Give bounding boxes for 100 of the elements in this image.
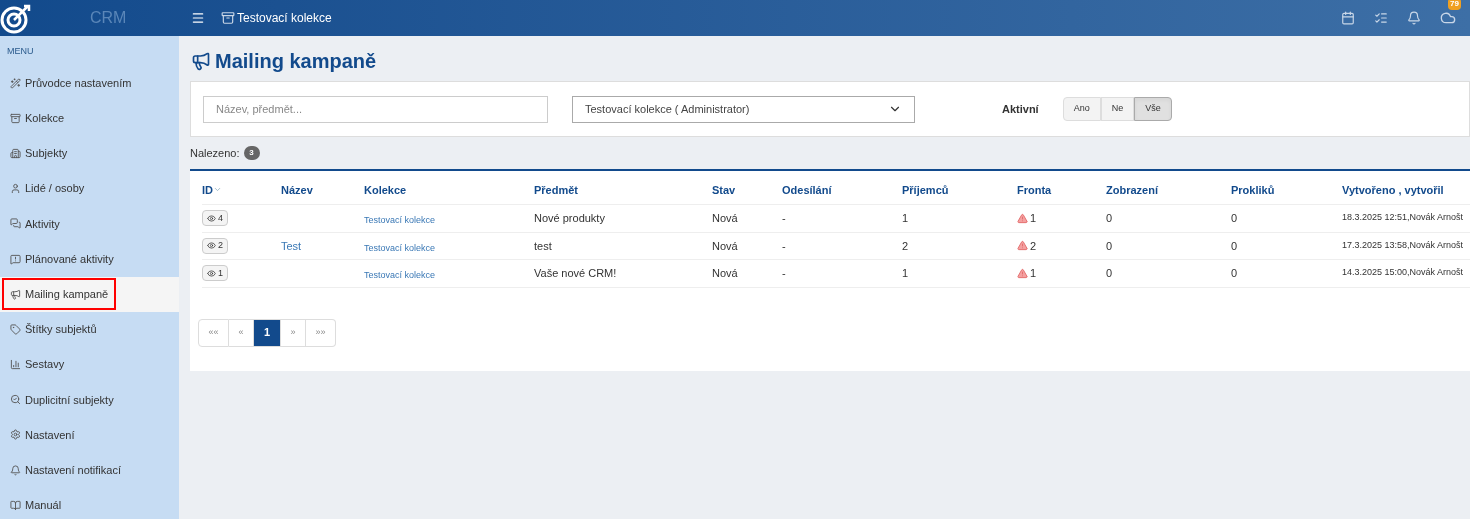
column-header[interactable]: Odesílání — [782, 181, 902, 198]
sidebar-label: Nastavení notifikací — [25, 462, 121, 478]
checklist-icon[interactable] — [1374, 11, 1388, 25]
warning-icon — [1017, 267, 1028, 279]
page-title: Mailing kampaně — [215, 48, 377, 74]
table-cell-text: 17.3.2025 13:58,Novák Arnošt — [1342, 238, 1465, 252]
archive-icon — [10, 112, 21, 124]
calendar-icon[interactable] — [1341, 11, 1355, 25]
sidebar-label: Lidé / osoby — [25, 181, 85, 197]
page-button[interactable]: 1 — [254, 318, 281, 347]
page-button[interactable]: » — [281, 318, 306, 347]
toggle-option[interactable]: Ne — [1100, 97, 1135, 121]
settings-icon — [10, 429, 21, 441]
table-cell-text: Nová — [712, 211, 739, 226]
page-button[interactable]: « — [229, 318, 254, 347]
sidebar-item[interactable]: Aktivity — [0, 206, 179, 242]
archive-icon — [221, 11, 235, 25]
wand-icon — [10, 77, 21, 89]
sidebar-item[interactable]: Nastavení — [0, 417, 179, 453]
table-cell-text: 0 — [1231, 266, 1239, 281]
bell-icon[interactable] — [1407, 11, 1421, 25]
table-cell-text: 14.3.2025 15:00,Novák Arnošt — [1342, 266, 1465, 279]
table-cell-text: 0 — [1106, 238, 1114, 254]
view-button[interactable]: 4 — [202, 210, 228, 227]
collection-link[interactable]: Testovací kolekce — [364, 270, 436, 280]
table-cell-text: 1 — [902, 266, 910, 281]
sidebar-item[interactable]: Lidé / osoby — [0, 171, 179, 207]
found-label: Nalezeno: — [190, 145, 240, 161]
notification-badge: 79 — [1448, 0, 1461, 10]
sidebar-item[interactable]: Subjekty — [0, 135, 179, 172]
table-cell-text: 1 — [902, 211, 910, 226]
sidebar-item[interactable]: Manuál — [0, 487, 179, 519]
table-cell-text: test — [534, 238, 553, 254]
column-header[interactable]: Fronta — [1017, 181, 1106, 198]
collection-name[interactable]: Testovací kolekce — [237, 10, 332, 26]
table-cell-text: 2 — [1030, 238, 1037, 254]
building-icon — [10, 147, 21, 159]
filter-label: Aktivní — [1002, 101, 1039, 117]
sidebar-label: Štítky subjektů — [25, 322, 97, 338]
column-header[interactable]: Kolekce — [364, 181, 534, 198]
sidebar-label: Mailing kampaně — [25, 286, 109, 302]
collection-link[interactable]: Testovací kolekce — [364, 242, 436, 253]
column-header[interactable]: Zobrazení — [1106, 181, 1231, 198]
sidebar-label: Nastavení — [25, 427, 75, 443]
table-cell-text: 18.3.2025 12:51,Novák Arnošt — [1342, 211, 1465, 224]
sidebar-label: Průvodce nastavením — [25, 75, 132, 91]
sidebar-item[interactable]: Mailing kampaně — [0, 276, 179, 312]
eye-icon — [207, 268, 216, 278]
table-cell-text: 0 — [1106, 211, 1114, 226]
table-cell-text: 1 — [1030, 211, 1037, 226]
view-button[interactable]: 2 — [202, 237, 228, 254]
sidebar-item[interactable]: Sestavy — [0, 347, 179, 383]
table-cell-text: 0 — [1231, 238, 1239, 254]
column-header[interactable]: Stav — [712, 181, 782, 198]
target-logo-icon — [0, 2, 32, 34]
column-header[interactable]: ID — [202, 181, 281, 198]
sidebar-item[interactable]: Průvodce nastavením — [0, 65, 179, 101]
table-cell-text: 1 — [1030, 266, 1037, 281]
collection-select[interactable]: Testovací kolekce ( Administrator) — [572, 95, 915, 123]
sidebar-label: Aktivity — [25, 216, 60, 232]
sidebar-item[interactable]: Plánované aktivity — [0, 241, 179, 277]
menu-icon[interactable] — [191, 11, 205, 25]
view-button[interactable]: 1 — [202, 265, 228, 282]
toggle-option[interactable]: Vše — [1134, 97, 1172, 121]
chat-icon — [10, 218, 21, 230]
sidebar-item[interactable]: Kolekce — [0, 100, 179, 136]
table-cell-text: - — [782, 266, 787, 281]
table-cell-text: - — [782, 238, 787, 254]
sidebar-item[interactable]: Štítky subjektů — [0, 311, 179, 347]
eye-icon — [207, 213, 216, 223]
bell-icon — [10, 464, 21, 476]
table-cell-text: - — [782, 211, 787, 226]
person-icon — [10, 183, 21, 195]
toggle-option[interactable]: Ano — [1062, 97, 1101, 121]
page-button[interactable]: «« — [198, 318, 229, 347]
table-cell-text: Vaše nové CRM! — [534, 266, 618, 281]
column-header[interactable]: Vytvořeno , vytvořil — [1342, 181, 1470, 198]
eye-icon — [207, 241, 216, 251]
brand-name: CRM — [90, 8, 127, 28]
sidebar-label: Duplicitní subjekty — [25, 392, 114, 408]
sidebar-item[interactable]: Nastavení notifikací — [0, 452, 179, 488]
sidebar-label: Manuál — [25, 498, 62, 514]
sidebar-item[interactable]: Duplicitní subjekty — [0, 382, 179, 418]
search-field[interactable]: Název, předmět... — [203, 95, 548, 123]
column-header[interactable]: Název — [281, 181, 364, 198]
tag-icon — [10, 323, 21, 335]
table-cell-text: 2 — [902, 238, 910, 254]
campaign-link[interactable]: Test — [281, 239, 302, 252]
note-icon — [10, 253, 21, 265]
column-header[interactable]: Předmět — [534, 181, 712, 198]
cloud-icon[interactable] — [1440, 10, 1456, 26]
column-header[interactable]: Příjemců — [902, 181, 1017, 198]
search-icon — [10, 394, 21, 406]
book-icon — [10, 499, 21, 511]
page-button[interactable]: »» — [306, 318, 336, 347]
megaphone-icon — [191, 50, 211, 71]
table-cell-text: Nová — [712, 238, 739, 254]
menu-heading: MENU — [6, 45, 35, 58]
column-header[interactable]: Prokliků — [1231, 181, 1342, 198]
collection-link[interactable]: Testovací kolekce — [364, 215, 436, 225]
